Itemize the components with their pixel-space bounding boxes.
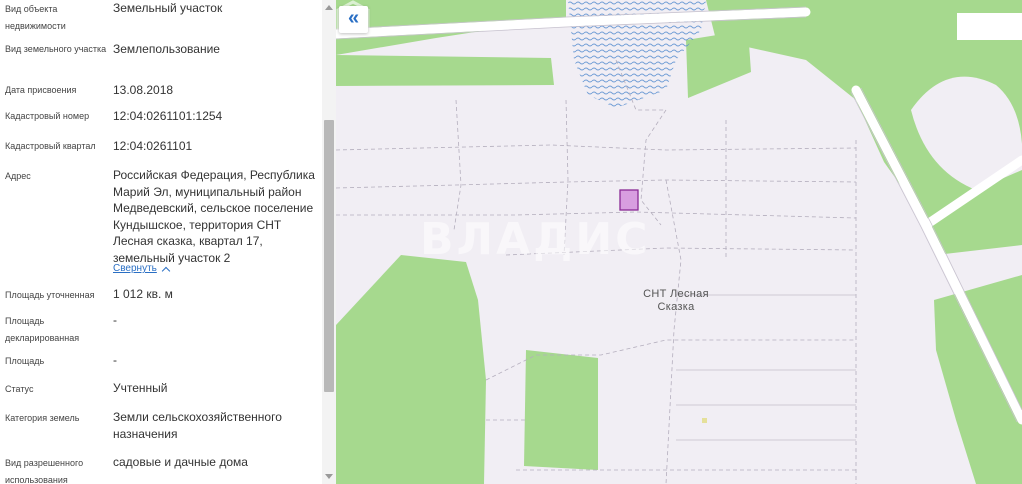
field-label: Дата присвоения — [5, 85, 77, 95]
collapse-address-link[interactable]: Свернуть — [113, 262, 157, 276]
field-assign-date: Дата присвоения 13.08.2018 — [0, 82, 322, 102]
field-value: - — [113, 313, 117, 327]
field-value: Землепользование — [113, 42, 220, 56]
watermark-text: ВЛАДИС — [420, 214, 651, 265]
field-label: Площадь уточненная — [5, 290, 95, 300]
field-value: Земельный участок — [113, 1, 223, 15]
field-label: Адрес — [5, 171, 31, 181]
field-value: 1 012 кв. м — [113, 287, 173, 301]
field-label: Вид объекта недвижимости — [5, 4, 66, 31]
field-status: Статус Учтенный — [0, 380, 322, 400]
field-value: Российская Федерация, Республика Марий Э… — [113, 168, 315, 265]
scroll-up-icon[interactable] — [322, 0, 336, 14]
field-permitted-use: Вид разрешенного использования садовые и… — [0, 454, 322, 484]
chevron-up-icon[interactable] — [161, 266, 171, 276]
field-value: садовые и дачные дома — [113, 455, 248, 469]
field-object-type: Вид объекта недвижимости Земельный участ… — [0, 0, 322, 36]
map-control-box[interactable] — [957, 13, 1022, 40]
collapse-panel-button[interactable]: « — [339, 6, 368, 33]
field-value: Учтенный — [113, 381, 168, 395]
field-label: Вид разрешенного использования — [5, 458, 84, 484]
field-label: Площадь — [5, 356, 45, 366]
field-label: Вид земельного участка — [5, 44, 107, 54]
field-area-declared: Площадь декларированная - — [0, 312, 322, 346]
double-chevron-left-icon[interactable]: « — [348, 7, 359, 29]
field-label: Кадастровый номер — [5, 111, 90, 121]
field-value[interactable]: 12:04:0261101 — [113, 138, 318, 155]
field-area: Площадь - — [0, 352, 322, 372]
field-area-specified: Площадь уточненная 1 012 кв. м — [0, 286, 322, 306]
cadastral-map[interactable]: ВЛАДИС СНТ Лесная Сказка « — [336, 0, 1022, 484]
map-marker — [702, 418, 707, 423]
field-value: Земли сельскохозяйственного назначения — [113, 410, 282, 441]
field-label: Площадь декларированная — [5, 316, 80, 343]
selected-parcel[interactable] — [619, 189, 639, 211]
panel-scrollbar[interactable] — [322, 0, 336, 484]
area-label: СНТ Лесная Сказка — [643, 288, 709, 313]
field-cadastral-number: Кадастровый номер 12:04:0261101:1254 — [0, 108, 322, 128]
field-value: - — [113, 353, 117, 367]
field-land-category: Категория земель Земли сельскохозяйствен… — [0, 409, 322, 445]
field-value[interactable]: 12:04:0261101:1254 — [113, 108, 318, 125]
field-label: Статус — [5, 384, 34, 394]
scrollbar-thumb[interactable] — [324, 120, 334, 392]
field-land-type: Вид земельного участка Землепользование — [0, 40, 322, 76]
field-cadastral-quarter: Кадастровый квартал 12:04:0261101 — [0, 138, 322, 158]
object-info-panel: Вид объекта недвижимости Земельный участ… — [0, 0, 336, 484]
scroll-down-icon[interactable] — [322, 470, 336, 484]
field-value: 13.08.2018 — [113, 83, 174, 97]
field-label: Категория земель — [5, 413, 80, 423]
field-address: Адрес Российская Федерация, Республика М… — [0, 167, 322, 277]
field-label: Кадастровый квартал — [5, 141, 96, 151]
